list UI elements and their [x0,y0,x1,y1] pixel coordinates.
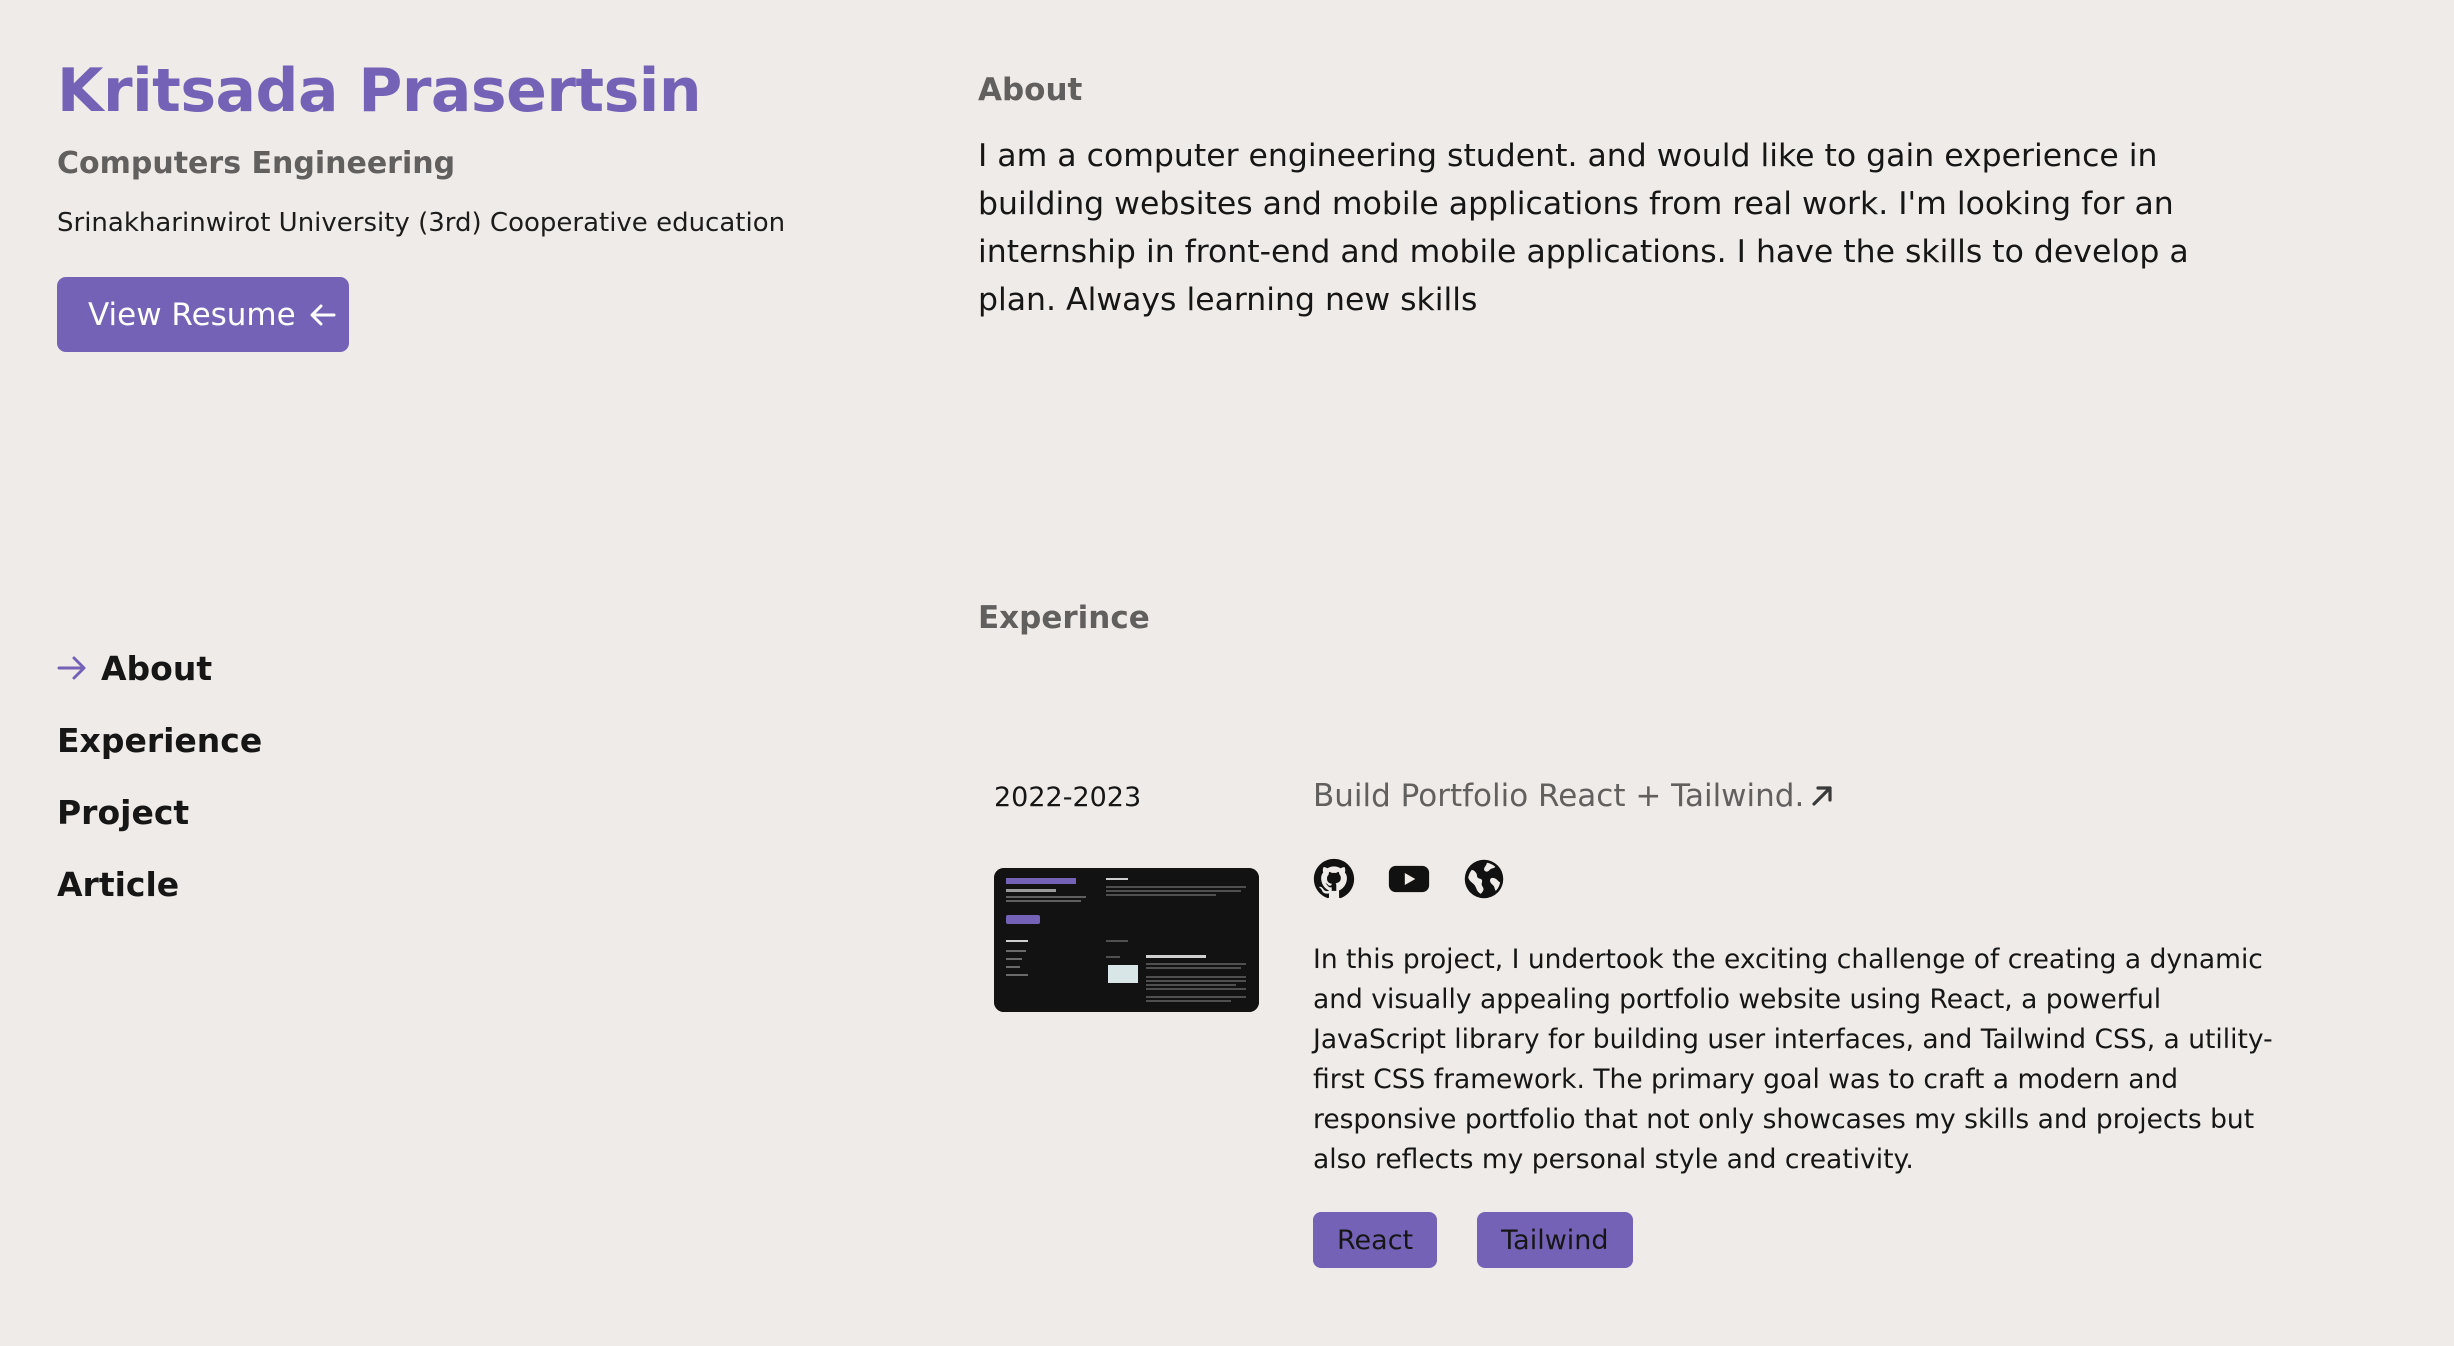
arrow-left-icon [310,304,336,326]
globe-icon[interactable] [1463,858,1505,900]
about-heading: About [978,72,1083,108]
github-icon[interactable] [1313,858,1355,900]
profile-education: Srinakharinwirot University (3rd) Cooper… [57,208,786,238]
nav-item-label: Experience [57,720,263,760]
nav-item-about[interactable]: About [57,645,262,691]
about-text: I am a computer engineering student. and… [978,138,2189,318]
profile-role: Computers Engineering [57,146,456,181]
nav-item-article[interactable]: Article [57,861,262,907]
arrow-up-right-icon [1810,784,1834,808]
experience-title: Build Portfolio React + Tailwind. [1313,778,1805,814]
view-resume-button[interactable]: View Resume [57,277,349,352]
section-nav: About Experience Project Article [57,645,262,933]
tech-tags: React Tailwind [1313,1212,1633,1268]
nav-item-experience[interactable]: Experience [57,717,262,763]
experience-date: 2022-2023 [994,782,1142,813]
project-thumbnail [994,868,1259,1012]
youtube-icon[interactable] [1388,858,1430,900]
tag-tailwind: Tailwind [1477,1212,1633,1268]
view-resume-label: View Resume [88,296,296,333]
experience-title-link[interactable]: Build Portfolio React + Tailwind. [1313,778,1834,814]
nav-item-label: Project [57,792,190,832]
profile-name: Kritsada Prasertsin [57,56,702,126]
arrow-right-icon [57,655,101,681]
experience-description: In this project, I undertook the excitin… [1313,944,2273,1175]
nav-item-label: Article [57,864,180,904]
portfolio-page: Kritsada Prasertsin Computers Engineerin… [0,0,2454,1346]
tag-react: React [1313,1212,1438,1268]
experience-links [1313,858,1505,900]
nav-item-project[interactable]: Project [57,789,262,835]
experience-heading: Experince [978,600,1150,636]
nav-item-label: About [101,648,213,688]
